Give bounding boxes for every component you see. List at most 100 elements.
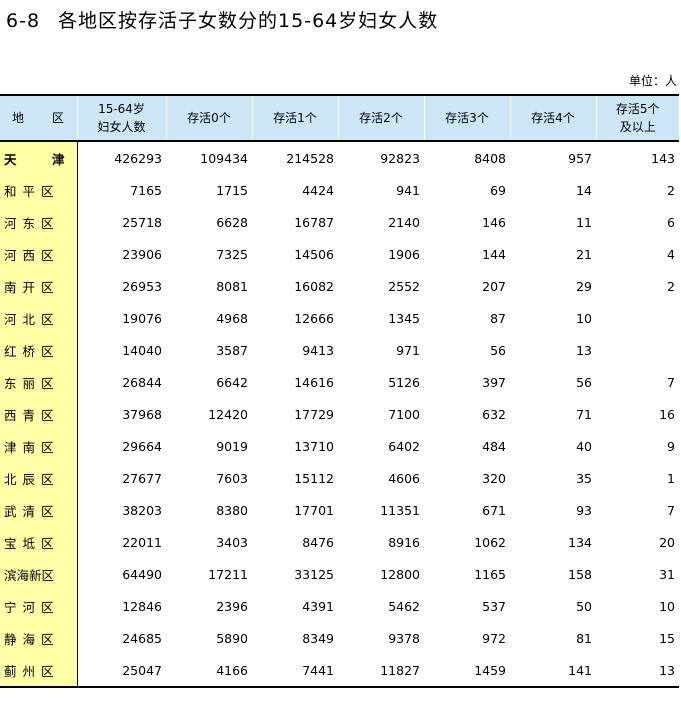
cell-c1: 4424 (302, 182, 334, 198)
cell-c1: 17701 (294, 502, 334, 518)
cell-c5: 143 (651, 150, 675, 166)
region-cell: 红桥区 (0, 334, 78, 366)
cell-c0: 8081 (216, 278, 248, 294)
cell-c1: 8349 (302, 630, 334, 646)
cell-c4: 11 (576, 214, 592, 230)
cell-c1: 15112 (294, 470, 334, 486)
page-title: 6-8 各地区按存活子女数分的15-64岁妇女人数 (6, 6, 438, 33)
cell-women: 26844 (122, 374, 162, 390)
data-table-container: 地区 15-64岁 妇女人数 存活0个 存活1个 存活2个 存活3个 存活4个 存… (0, 94, 679, 688)
cell-c2: 6402 (388, 438, 420, 454)
header-c1: 存活1个 (251, 95, 338, 142)
cell-c4: 93 (576, 502, 592, 518)
cell-c3: 56 (490, 342, 506, 358)
cell-c3: 1062 (474, 534, 506, 550)
region-cell: 滨海新区 (0, 558, 78, 590)
table-row: 武清区 38203 8380 17701 11351 671 93 7 (0, 494, 679, 526)
cell-c2: 8916 (388, 534, 420, 550)
cell-c3: 207 (482, 278, 506, 294)
table-header: 地区 15-64岁 妇女人数 存活0个 存活1个 存活2个 存活3个 存活4个 存… (0, 95, 679, 142)
table-row: 河西区 23906 7325 14506 1906 144 21 4 (0, 238, 679, 270)
cell-c2: 9378 (388, 630, 420, 646)
header-region: 地区 (0, 95, 77, 142)
cell-c0: 8380 (216, 502, 248, 518)
cell-c4: 158 (568, 566, 592, 582)
cell-c5: 7 (667, 374, 675, 390)
cell-c2: 1345 (388, 310, 420, 326)
cell-c0: 1715 (216, 182, 248, 198)
cell-c2: 11827 (380, 662, 420, 678)
cell-c5: 15 (659, 630, 675, 646)
cell-c5: 1 (667, 470, 675, 486)
cell-c4: 21 (576, 246, 592, 262)
cell-c2: 971 (396, 342, 420, 358)
cell-c3: 146 (482, 214, 506, 230)
region-cell: 宁河区 (0, 590, 78, 622)
cell-c1: 14616 (294, 374, 334, 390)
cell-c2: 12800 (380, 566, 420, 582)
cell-c3: 484 (482, 438, 506, 454)
cell-c2: 5462 (388, 598, 420, 614)
cell-c3: 632 (482, 406, 506, 422)
cell-c2: 941 (396, 182, 420, 198)
cell-c3: 320 (482, 470, 506, 486)
header-c5: 存活5个 及以上 (595, 95, 679, 142)
cell-women: 27677 (122, 470, 162, 486)
cell-women: 23906 (122, 246, 162, 262)
table-title-text: 各地区按存活子女数分的15-64岁妇女人数 (58, 10, 439, 32)
region-cell: 蓟州区 (0, 654, 78, 687)
table-row: 蓟州区 25047 4166 7441 11827 1459 141 13 (0, 654, 679, 687)
region-cell: 和平区 (0, 174, 78, 206)
cell-women: 26953 (122, 278, 162, 294)
cell-c2: 4606 (388, 470, 420, 486)
cell-women: 25718 (122, 214, 162, 230)
cell-c4: 10 (576, 310, 592, 326)
region-cell: 南开区 (0, 270, 78, 302)
region-cell: 东丽区 (0, 366, 78, 398)
cell-c0: 4968 (216, 310, 248, 326)
table-row: 西青区 37968 12420 17729 7100 632 71 16 (0, 398, 679, 430)
cell-c5: 9 (667, 438, 675, 454)
cell-c4: 29 (576, 278, 592, 294)
cell-c3: 8408 (474, 150, 506, 166)
cell-women: 24685 (122, 630, 162, 646)
data-table: 地区 15-64岁 妇女人数 存活0个 存活1个 存活2个 存活3个 存活4个 存… (0, 94, 679, 688)
table-row: 北辰区 27677 7603 15112 4606 320 35 1 (0, 462, 679, 494)
cell-c0: 109434 (200, 150, 248, 166)
table-row: 河东区 25718 6628 16787 2140 146 11 6 (0, 206, 679, 238)
cell-women: 29664 (122, 438, 162, 454)
table-row-total: 天津 426293 109434 214528 92823 8408 957 1… (0, 141, 679, 174)
cell-c5: 10 (659, 598, 675, 614)
cell-c4: 35 (576, 470, 592, 486)
cell-c3: 1165 (474, 566, 506, 582)
unit-label: 单位：人 (628, 74, 677, 88)
header-c3: 存活3个 (423, 95, 510, 142)
cell-c5: 2 (667, 182, 675, 198)
cell-c5 (596, 302, 679, 334)
cell-c5 (596, 334, 679, 366)
cell-c3: 144 (482, 246, 506, 262)
cell-c0: 12420 (208, 406, 248, 422)
cell-c4: 40 (576, 438, 592, 454)
cell-c0: 17211 (208, 566, 248, 582)
cell-c0: 3587 (216, 342, 248, 358)
cell-c5: 31 (659, 566, 675, 582)
cell-c2: 11351 (380, 502, 420, 518)
cell-c1: 7441 (302, 662, 334, 678)
cell-c4: 141 (568, 662, 592, 678)
cell-c1: 8476 (302, 534, 334, 550)
cell-c0: 5890 (216, 630, 248, 646)
table-row: 静海区 24685 5890 8349 9378 972 81 15 (0, 622, 679, 654)
cell-c1: 33125 (294, 566, 334, 582)
cell-women: 22011 (122, 534, 162, 550)
header-c4: 存活4个 (509, 95, 596, 142)
cell-c1: 214528 (286, 150, 334, 166)
cell-c5: 7 (667, 502, 675, 518)
cell-c0: 4166 (216, 662, 248, 678)
cell-c5: 16 (659, 406, 675, 422)
cell-c5: 2 (667, 278, 675, 294)
header-row: 地区 15-64岁 妇女人数 存活0个 存活1个 存活2个 存活3个 存活4个 存… (0, 95, 679, 142)
cell-c0: 3403 (216, 534, 248, 550)
table-number: 6-8 (6, 10, 41, 32)
cell-c4: 81 (576, 630, 592, 646)
